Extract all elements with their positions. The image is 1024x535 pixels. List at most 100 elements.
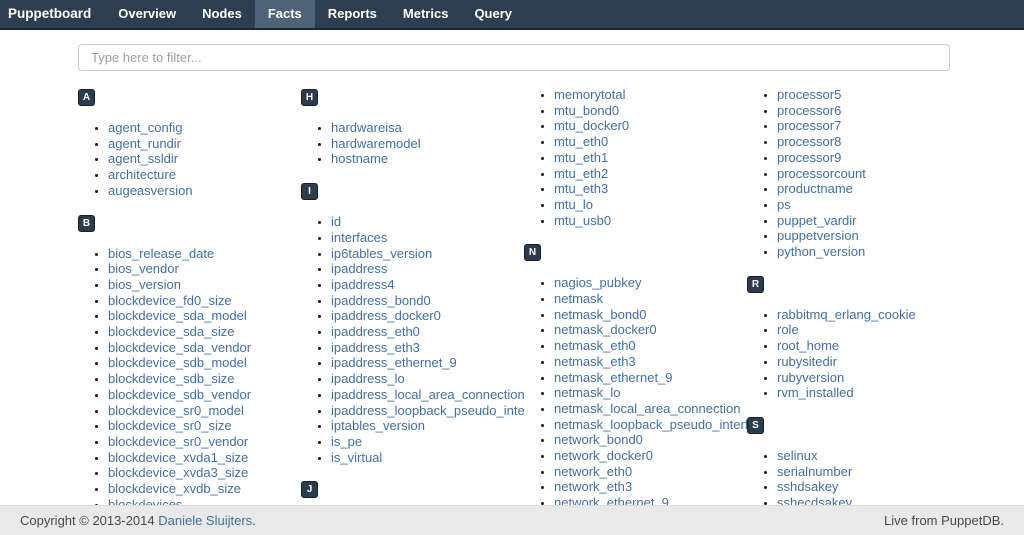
fact-link-blockdevice_xvda1_size[interactable]: blockdevice_xvda1_size [108,450,248,465]
fact-link-netmask_eth3[interactable]: netmask_eth3 [554,354,636,369]
fact-item: blockdevice_sda_vendor [108,340,301,356]
fact-link-id[interactable]: id [331,214,341,229]
footer-author-link[interactable]: Daniele Sluijters [158,513,252,528]
nav-item-query[interactable]: Query [461,0,525,28]
fact-link-ipaddress_lo[interactable]: ipaddress_lo [331,371,405,386]
fact-link-network_eth3[interactable]: network_eth3 [554,479,632,494]
fact-link-ipaddress_eth3[interactable]: ipaddress_eth3 [331,340,420,355]
fact-link-netmask[interactable]: netmask [554,291,603,306]
fact-link-blockdevice_sr0_size[interactable]: blockdevice_sr0_size [108,418,232,433]
fact-link-blockdevice_sda_vendor[interactable]: blockdevice_sda_vendor [108,340,251,355]
fact-link-ipaddress_local_area_connection[interactable]: ipaddress_local_area_connection [331,387,524,402]
fact-link-ipaddress_loopback_pseudo_interface[interactable]: ipaddress_loopback_pseudo_interface [331,403,524,418]
fact-link-python_version[interactable]: python_version [777,244,865,259]
fact-link-productname[interactable]: productname [777,181,853,196]
fact-link-network_bond0[interactable]: network_bond0 [554,432,643,447]
fact-link-processorcount[interactable]: processorcount [777,166,866,181]
fact-link-architecture[interactable]: architecture [108,167,176,182]
fact-link-rubysitedir[interactable]: rubysitedir [777,354,837,369]
fact-link-role[interactable]: role [777,322,799,337]
fact-link-interfaces[interactable]: interfaces [331,230,387,245]
fact-link-netmask_bond0[interactable]: netmask_bond0 [554,307,647,322]
fact-link-blockdevice_sda_model[interactable]: blockdevice_sda_model [108,308,247,323]
fact-link-netmask_local_area_connection[interactable]: netmask_local_area_connection [554,401,740,416]
fact-link-hardwaremodel[interactable]: hardwaremodel [331,136,421,151]
fact-link-blockdevice_sr0_model[interactable]: blockdevice_sr0_model [108,403,244,418]
fact-link-bios_release_date[interactable]: bios_release_date [108,246,214,261]
fact-link-ipaddress_bond0[interactable]: ipaddress_bond0 [331,293,431,308]
fact-link-netmask_eth0[interactable]: netmask_eth0 [554,338,636,353]
fact-link-nagios_pubkey[interactable]: nagios_pubkey [554,275,641,290]
fact-item: ipaddress_lo [331,371,524,387]
fact-link-iptables_version[interactable]: iptables_version [331,418,425,433]
fact-link-netmask_lo[interactable]: netmask_lo [554,385,620,400]
fact-link-rubyversion[interactable]: rubyversion [777,370,844,385]
fact-link-processor6[interactable]: processor6 [777,103,841,118]
fact-link-netmask_loopback_pseudo_interface[interactable]: netmask_loopback_pseudo_interface [554,417,747,432]
fact-link-ipaddress_eth0[interactable]: ipaddress_eth0 [331,324,420,339]
fact-item: sshdsakey [777,479,970,495]
fact-link-ipaddress_docker0[interactable]: ipaddress_docker0 [331,308,441,323]
fact-list: selinuxserialnumbersshdsakeysshecdsakey [747,448,970,505]
nav-item-nodes[interactable]: Nodes [189,0,255,28]
fact-link-rvm_installed[interactable]: rvm_installed [777,385,854,400]
brand-puppetboard[interactable]: Puppetboard [0,0,105,28]
fact-link-mtu_usb0[interactable]: mtu_usb0 [554,213,611,228]
fact-link-rabbitmq_erlang_cookie[interactable]: rabbitmq_erlang_cookie [777,307,916,322]
fact-link-processor8[interactable]: processor8 [777,134,841,149]
fact-link-ipaddress4[interactable]: ipaddress4 [331,277,395,292]
fact-link-mtu_eth2[interactable]: mtu_eth2 [554,166,608,181]
fact-link-netmask_ethernet_9[interactable]: netmask_ethernet_9 [554,370,673,385]
fact-item: bios_vendor [108,261,301,277]
fact-link-mtu_eth1[interactable]: mtu_eth1 [554,150,608,165]
fact-link-bios_vendor[interactable]: bios_vendor [108,261,179,276]
fact-link-agent_config[interactable]: agent_config [108,120,182,135]
fact-link-agent_ssldir[interactable]: agent_ssldir [108,151,178,166]
fact-link-mtu_docker0[interactable]: mtu_docker0 [554,118,629,133]
fact-link-netmask_docker0[interactable]: netmask_docker0 [554,322,657,337]
fact-link-serialnumber[interactable]: serialnumber [777,464,852,479]
filter-input[interactable] [78,44,950,71]
fact-link-blockdevice_sdb_vendor[interactable]: blockdevice_sdb_vendor [108,387,251,402]
fact-link-processor9[interactable]: processor9 [777,150,841,165]
fact-link-mtu_eth0[interactable]: mtu_eth0 [554,134,608,149]
fact-link-ip6tables_version[interactable]: ip6tables_version [331,246,432,261]
fact-link-blockdevice_xvda3_size[interactable]: blockdevice_xvda3_size [108,465,248,480]
fact-link-blockdevice_fd0_size[interactable]: blockdevice_fd0_size [108,293,232,308]
fact-link-memorytotal[interactable]: memorytotal [554,87,626,102]
fact-link-blockdevice_sr0_vendor[interactable]: blockdevice_sr0_vendor [108,434,248,449]
fact-link-processor7[interactable]: processor7 [777,118,841,133]
fact-link-hardwareisa[interactable]: hardwareisa [331,120,402,135]
fact-link-ipaddress_ethernet_9[interactable]: ipaddress_ethernet_9 [331,355,457,370]
fact-link-network_ethernet_9[interactable]: network_ethernet_9 [554,495,669,505]
fact-link-puppetversion[interactable]: puppetversion [777,228,859,243]
fact-link-mtu_lo[interactable]: mtu_lo [554,197,593,212]
fact-link-mtu_eth3[interactable]: mtu_eth3 [554,181,608,196]
fact-link-sshecdsakey[interactable]: sshecdsakey [777,495,852,505]
fact-link-mtu_bond0[interactable]: mtu_bond0 [554,103,619,118]
nav-item-facts[interactable]: Facts [255,0,315,28]
fact-link-augeasversion[interactable]: augeasversion [108,183,193,198]
fact-link-network_eth0[interactable]: network_eth0 [554,464,632,479]
fact-link-root_home[interactable]: root_home [777,338,839,353]
fact-link-is_pe[interactable]: is_pe [331,434,362,449]
fact-link-blockdevice_sda_size[interactable]: blockdevice_sda_size [108,324,234,339]
fact-link-hostname[interactable]: hostname [331,151,388,166]
nav-item-overview[interactable]: Overview [105,0,189,28]
fact-link-processor5[interactable]: processor5 [777,87,841,102]
fact-link-puppet_vardir[interactable]: puppet_vardir [777,213,857,228]
fact-link-ipaddress[interactable]: ipaddress [331,261,387,276]
fact-link-blockdevice_sdb_model[interactable]: blockdevice_sdb_model [108,355,247,370]
nav-item-reports[interactable]: Reports [315,0,390,28]
fact-link-blockdevice_xvdb_size[interactable]: blockdevice_xvdb_size [108,481,241,496]
fact-link-agent_rundir[interactable]: agent_rundir [108,136,181,151]
fact-link-bios_version[interactable]: bios_version [108,277,181,292]
fact-link-sshdsakey[interactable]: sshdsakey [777,479,838,494]
fact-link-network_docker0[interactable]: network_docker0 [554,448,653,463]
fact-link-is_virtual[interactable]: is_virtual [331,450,382,465]
nav-item-metrics[interactable]: Metrics [390,0,462,28]
fact-link-blockdevices[interactable]: blockdevices [108,497,182,505]
fact-link-blockdevice_sdb_size[interactable]: blockdevice_sdb_size [108,371,234,386]
fact-link-selinux[interactable]: selinux [777,448,817,463]
fact-link-ps[interactable]: ps [777,197,791,212]
